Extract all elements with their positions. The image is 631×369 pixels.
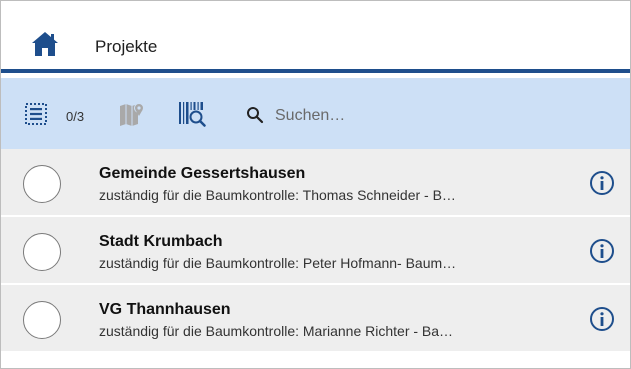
info-icon[interactable] (589, 170, 615, 196)
project-description: zuständig für die Baumkontrolle: Peter H… (99, 255, 457, 271)
search-icon[interactable] (246, 106, 264, 124)
info-icon[interactable] (589, 238, 615, 264)
map-icon[interactable] (119, 102, 145, 126)
selection-count: 0/3 (66, 109, 85, 124)
project-list: Gemeinde Gessertshausen zuständig für di… (1, 149, 630, 353)
home-icon[interactable] (31, 31, 59, 57)
project-description: zuständig für die Baumkontrolle: Mariann… (99, 323, 454, 339)
list-item[interactable]: Stadt Krumbach zuständig für die Baumkon… (1, 217, 630, 285)
select-radio[interactable] (23, 233, 61, 271)
app-window: Projekte 0/3 Suchen… Gemeinde Gessertsha… (0, 0, 631, 369)
select-list-icon[interactable] (25, 103, 47, 125)
app-header: Projekte (1, 1, 630, 73)
list-item[interactable]: VG Thannhausen zuständig für die Baumkon… (1, 285, 630, 353)
project-name: Gemeinde Gessertshausen (99, 165, 306, 182)
barcode-scan-icon[interactable] (178, 100, 206, 128)
page-title: Projekte (95, 37, 158, 56)
list-item[interactable]: Gemeinde Gessertshausen zuständig für di… (1, 149, 630, 217)
project-name: VG Thannhausen (99, 301, 231, 318)
project-name: Stadt Krumbach (99, 233, 223, 250)
select-radio[interactable] (23, 165, 61, 203)
project-description: zuständig für die Baumkontrolle: Thomas … (99, 187, 456, 203)
search-input[interactable]: Suchen… (275, 107, 345, 125)
select-radio[interactable] (23, 301, 61, 339)
info-icon[interactable] (589, 306, 615, 332)
